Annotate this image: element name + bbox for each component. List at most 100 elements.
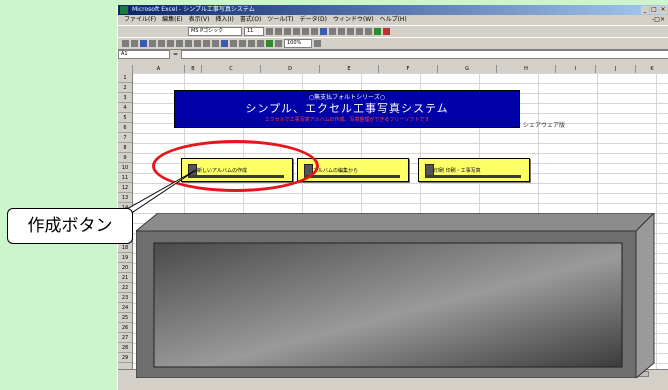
column-header[interactable]: E — [320, 65, 379, 73]
row-header[interactable]: 24 — [118, 303, 132, 313]
align-center-icon[interactable] — [302, 28, 309, 35]
undo-icon[interactable] — [203, 40, 210, 47]
row-header[interactable]: 1 — [118, 73, 132, 83]
zoom-select[interactable]: 100% — [284, 39, 312, 48]
title-banner: ○無支払フォルトシリーズ○ シンプル、エクセル工事写真システム エクセルで工事写… — [174, 90, 520, 128]
row-header[interactable]: 21 — [118, 273, 132, 283]
cut-icon[interactable] — [176, 40, 183, 47]
row-header[interactable]: 2 — [118, 83, 132, 93]
row-header[interactable]: 11 — [118, 173, 132, 183]
name-box[interactable]: A1 — [118, 50, 170, 59]
standard-toolbar: 100% — [118, 37, 668, 49]
row-header[interactable]: 5 — [118, 113, 132, 123]
row-header[interactable]: 6 — [118, 123, 132, 133]
menu-file[interactable]: ファイル(F) — [124, 15, 156, 25]
3d-frame-graphic — [136, 213, 656, 378]
row-header[interactable]: 19 — [118, 253, 132, 263]
menu-edit[interactable]: 編集(E) — [162, 15, 182, 25]
menu-tools[interactable]: ツール(T) — [267, 15, 293, 25]
currency-icon[interactable] — [329, 28, 336, 35]
row-header[interactable]: 27 — [118, 333, 132, 343]
row-header[interactable]: 25 — [118, 313, 132, 323]
select-all-corner[interactable] — [118, 65, 133, 73]
callout-label: 作成ボタン — [7, 208, 133, 244]
row-header[interactable]: 8 — [118, 143, 132, 153]
menu-data[interactable]: データ(D) — [300, 15, 327, 25]
menu-help[interactable]: ヘルプ(H) — [380, 15, 407, 25]
percent-icon[interactable] — [338, 28, 345, 35]
maximize-icon[interactable]: □ — [650, 6, 658, 14]
copy-icon[interactable] — [185, 40, 192, 47]
font-color-icon[interactable] — [383, 28, 390, 35]
column-header[interactable]: D — [261, 65, 320, 73]
row-header[interactable]: 18 — [118, 243, 132, 253]
column-header[interactable]: F — [379, 65, 438, 73]
formula-input[interactable] — [181, 50, 668, 59]
row-header[interactable]: 7 — [118, 133, 132, 143]
row-header[interactable]: 9 — [118, 153, 132, 163]
bold-icon[interactable] — [266, 28, 273, 35]
function-insert-icon[interactable]: = — [173, 51, 178, 58]
menu-format[interactable]: 書式(O) — [240, 15, 261, 25]
row-header[interactable]: 26 — [118, 323, 132, 333]
indent-icon[interactable] — [356, 28, 363, 35]
menu-insert[interactable]: 挿入(I) — [215, 15, 233, 25]
close-icon[interactable]: × — [659, 6, 667, 14]
autosum-icon[interactable] — [230, 40, 237, 47]
highlight-circle — [152, 140, 319, 192]
redo-icon[interactable] — [212, 40, 219, 47]
window-title: Microsoft Excel - シンプル工事写真システム — [132, 6, 255, 13]
column-header[interactable]: A — [133, 65, 185, 73]
paste-icon[interactable] — [194, 40, 201, 47]
column-header[interactable]: J — [596, 65, 636, 73]
row-header[interactable]: 13 — [118, 193, 132, 203]
function-icon[interactable] — [239, 40, 246, 47]
row-header[interactable]: 10 — [118, 163, 132, 173]
button-underline — [304, 175, 400, 178]
sort-descending-icon[interactable] — [257, 40, 264, 47]
sort-ascending-icon[interactable] — [248, 40, 255, 47]
row-header[interactable]: 29 — [118, 353, 132, 363]
save-icon[interactable] — [140, 40, 147, 47]
column-header[interactable]: I — [556, 65, 596, 73]
new-icon[interactable] — [122, 40, 129, 47]
drawing-icon[interactable] — [275, 40, 282, 47]
print-button[interactable]: 印刷 印刷・工事写真 — [418, 158, 530, 182]
row-header[interactable]: 23 — [118, 293, 132, 303]
column-header[interactable]: B — [185, 65, 202, 73]
font-name-select[interactable]: MS Pゴシック — [188, 27, 242, 36]
merge-center-icon[interactable] — [320, 28, 327, 35]
borders-icon[interactable] — [365, 28, 372, 35]
column-header[interactable]: H — [497, 65, 556, 73]
spelling-icon[interactable] — [167, 40, 174, 47]
font-size-select[interactable]: 11 — [244, 27, 264, 36]
hyperlink-icon[interactable] — [221, 40, 228, 47]
document-close-icon[interactable]: -□× — [652, 15, 665, 25]
title-bar[interactable]: Microsoft Excel - シンプル工事写真システム _ □ × — [118, 5, 668, 15]
align-left-icon[interactable] — [293, 28, 300, 35]
help-icon[interactable] — [314, 40, 321, 47]
row-header[interactable]: 22 — [118, 283, 132, 293]
underline-icon[interactable] — [284, 28, 291, 35]
preview-icon[interactable] — [158, 40, 165, 47]
row-header[interactable]: 20 — [118, 263, 132, 273]
menu-view[interactable]: 表示(V) — [189, 15, 210, 25]
chart-wizard-icon[interactable] — [266, 40, 273, 47]
column-header[interactable]: C — [202, 65, 261, 73]
open-icon[interactable] — [131, 40, 138, 47]
comma-icon[interactable] — [347, 28, 354, 35]
fill-color-icon[interactable] — [374, 28, 381, 35]
align-right-icon[interactable] — [311, 28, 318, 35]
menu-window[interactable]: ウィンドウ(W) — [333, 15, 374, 25]
row-header[interactable]: 12 — [118, 183, 132, 193]
row-header[interactable]: 28 — [118, 343, 132, 353]
formatting-toolbar: MS Pゴシック 11 — [118, 25, 668, 37]
print-icon[interactable] — [149, 40, 156, 47]
column-header[interactable]: K — [636, 65, 668, 73]
row-header[interactable]: 4 — [118, 103, 132, 113]
italic-icon[interactable] — [275, 28, 282, 35]
minimize-icon[interactable]: _ — [641, 6, 649, 14]
row-header[interactable]: 3 — [118, 93, 132, 103]
button-label: アルバムの編集から — [313, 168, 358, 174]
column-header[interactable]: G — [438, 65, 497, 73]
